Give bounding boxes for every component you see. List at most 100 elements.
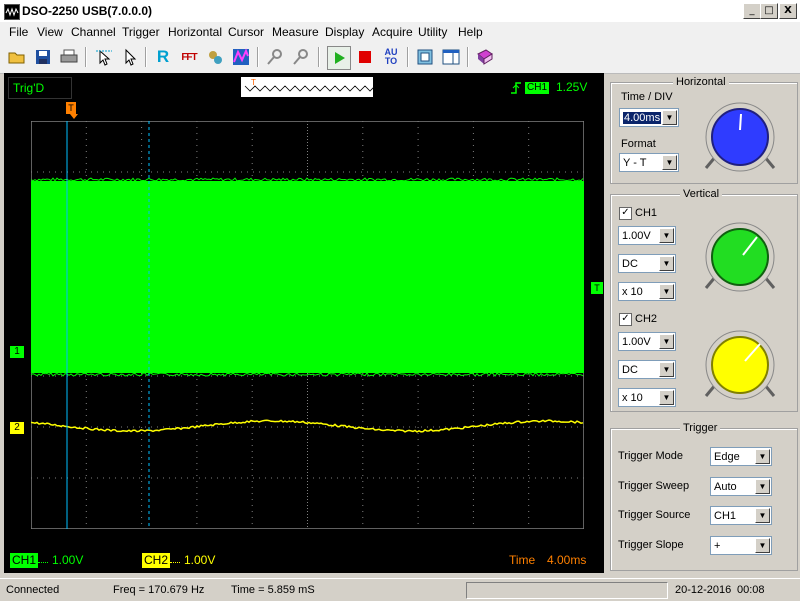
toolbar-separator bbox=[145, 47, 147, 67]
vertical-title: Vertical bbox=[680, 188, 723, 200]
ch1-probe-value: x 10 bbox=[622, 286, 643, 298]
menu-cursor[interactable]: Cursor bbox=[228, 25, 264, 39]
window-layout-icon[interactable] bbox=[440, 46, 462, 68]
timebase-knob[interactable] bbox=[700, 100, 780, 175]
window-title: DSO-2250 USB(7.0.0.0) bbox=[22, 4, 153, 18]
chevron-down-icon[interactable]: ▼ bbox=[659, 256, 674, 271]
app-icon bbox=[4, 4, 20, 20]
menu-display[interactable]: Display bbox=[325, 25, 364, 39]
trigger-channel-badge: CH1 bbox=[525, 82, 550, 94]
status-panel bbox=[466, 582, 668, 599]
ch1-scale-value: 1.00V bbox=[52, 553, 84, 567]
chevron-down-icon[interactable]: ▼ bbox=[659, 284, 674, 299]
chevron-down-icon[interactable]: ▼ bbox=[659, 228, 674, 243]
save-icon[interactable] bbox=[32, 46, 54, 68]
ch1-label: CH1 bbox=[635, 207, 658, 219]
ch1-coupling-select[interactable]: DC ▼ bbox=[618, 254, 676, 273]
trigger-position-preview[interactable]: T bbox=[240, 76, 376, 98]
trigger-mode-label: Trigger Mode bbox=[618, 450, 684, 462]
toolbar-separator bbox=[85, 47, 87, 67]
chevron-down-icon[interactable]: ▼ bbox=[659, 390, 674, 405]
status-clock: 00:08 bbox=[737, 584, 765, 596]
menu-trigger[interactable]: Trigger bbox=[122, 25, 160, 39]
menu-view[interactable]: View bbox=[37, 25, 63, 39]
trigger-source-select[interactable]: CH1 ▼ bbox=[710, 506, 772, 525]
menu-channel[interactable]: Channel bbox=[71, 25, 116, 39]
trigger-source-label: Trigger Source bbox=[618, 509, 691, 521]
trigger-slope-select[interactable]: + ▼ bbox=[710, 536, 772, 555]
ch2-probe-select[interactable]: x 10 ▼ bbox=[618, 388, 676, 407]
print-icon[interactable] bbox=[58, 46, 80, 68]
status-bar: Connected Freq = 170.679 Hz Time = 5.859… bbox=[0, 578, 800, 601]
trigger-source-value: CH1 bbox=[714, 510, 737, 522]
ch1-coupling-icon bbox=[38, 562, 48, 563]
ch1-volts-knob[interactable] bbox=[700, 220, 780, 295]
chevron-down-icon[interactable]: ▼ bbox=[755, 479, 770, 494]
ch2-enable-checkbox[interactable]: ✓ bbox=[619, 313, 632, 326]
menu-measure[interactable]: Measure bbox=[272, 25, 319, 39]
ch2-volts-knob[interactable] bbox=[700, 328, 780, 403]
time-div-select[interactable]: 4.00ms ▼ bbox=[619, 108, 679, 127]
trigger-slope-label: Trigger Slope bbox=[618, 539, 684, 551]
ch1-probe-select[interactable]: x 10 ▼ bbox=[618, 282, 676, 301]
math-icon[interactable] bbox=[204, 46, 226, 68]
fullscreen-icon[interactable] bbox=[414, 46, 436, 68]
help-book-icon[interactable] bbox=[474, 46, 496, 68]
connection-status: Connected bbox=[6, 584, 60, 596]
chevron-down-icon[interactable]: ▼ bbox=[662, 110, 677, 125]
ch2-label: CH2 bbox=[635, 313, 658, 325]
stop-icon[interactable] bbox=[354, 46, 376, 68]
fft-icon[interactable]: FFT bbox=[178, 46, 200, 68]
menu-horizontal[interactable]: Horizontal bbox=[168, 25, 222, 39]
timebase-value: 4.00ms bbox=[547, 553, 587, 567]
maximize-button[interactable]: □ bbox=[760, 3, 778, 19]
toolbar-separator bbox=[318, 47, 320, 67]
time-div-label: Time / DIV bbox=[621, 91, 673, 103]
ch2-position-marker[interactable]: 2 bbox=[10, 422, 24, 434]
ch2-coupling-select[interactable]: DC ▼ bbox=[618, 360, 676, 379]
ch1-position-marker[interactable]: 1 bbox=[10, 346, 24, 358]
trigger-sweep-label: Trigger Sweep bbox=[618, 480, 690, 492]
svg-text:T: T bbox=[251, 78, 256, 87]
menu-utility[interactable]: Utility bbox=[418, 25, 447, 39]
trigger-sweep-select[interactable]: Auto ▼ bbox=[710, 477, 772, 496]
waveform-display-icon[interactable] bbox=[230, 46, 252, 68]
reference-icon[interactable]: R bbox=[152, 46, 174, 68]
chevron-down-icon[interactable]: ▼ bbox=[659, 334, 674, 349]
menu-help[interactable]: Help bbox=[458, 25, 483, 39]
pointer-icon[interactable] bbox=[119, 46, 141, 68]
frequency-readout: Freq = 170.679 Hz bbox=[113, 584, 205, 596]
run-icon[interactable] bbox=[327, 46, 351, 70]
trigger-sweep-value: Auto bbox=[714, 481, 737, 493]
trigger-title: Trigger bbox=[680, 422, 721, 434]
status-date: 20-12-2016 bbox=[675, 584, 732, 596]
zoom-out-icon[interactable] bbox=[290, 46, 312, 68]
ch2-scale-value: 1.00V bbox=[184, 553, 216, 567]
minimize-button[interactable]: _ bbox=[743, 3, 761, 19]
ch2-volts-select[interactable]: 1.00V ▼ bbox=[618, 332, 676, 351]
zoom-in-icon[interactable] bbox=[264, 46, 286, 68]
format-value: Y - T bbox=[623, 157, 647, 169]
trigger-level-marker[interactable]: T bbox=[591, 282, 603, 294]
waveform-plot[interactable] bbox=[31, 121, 584, 529]
ch2-probe-value: x 10 bbox=[622, 392, 643, 404]
toolbar-separator bbox=[407, 47, 409, 67]
format-select[interactable]: Y - T ▼ bbox=[619, 153, 679, 172]
open-icon[interactable] bbox=[6, 46, 28, 68]
ch1-volts-select[interactable]: 1.00V ▼ bbox=[618, 226, 676, 245]
chevron-down-icon[interactable]: ▼ bbox=[662, 155, 677, 170]
menu-file[interactable]: File bbox=[9, 25, 28, 39]
time-position-marker[interactable]: T bbox=[66, 102, 76, 114]
chevron-down-icon[interactable]: ▼ bbox=[659, 362, 674, 377]
cursor-select-icon[interactable] bbox=[93, 46, 115, 68]
trigger-mode-select[interactable]: Edge ▼ bbox=[710, 447, 772, 466]
ch1-volts-value: 1.00V bbox=[622, 230, 651, 242]
chevron-down-icon[interactable]: ▼ bbox=[755, 538, 770, 553]
ch1-enable-checkbox[interactable]: ✓ bbox=[619, 207, 632, 220]
chevron-down-icon[interactable]: ▼ bbox=[755, 449, 770, 464]
chevron-down-icon[interactable]: ▼ bbox=[755, 508, 770, 523]
time-marker-pointer bbox=[70, 114, 78, 119]
menu-acquire[interactable]: Acquire bbox=[372, 25, 413, 39]
auto-button[interactable]: AU TO bbox=[380, 46, 402, 68]
close-button[interactable]: X bbox=[779, 3, 797, 19]
